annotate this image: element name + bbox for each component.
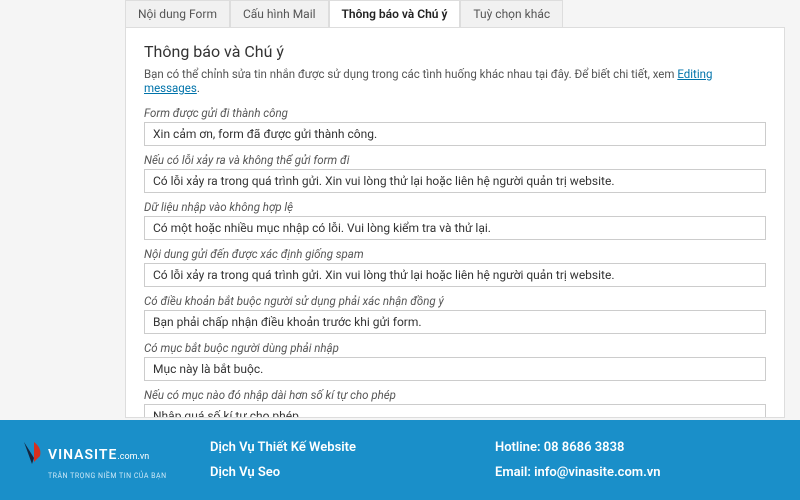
service-seo-link[interactable]: Dịch Vụ Seo	[210, 465, 495, 480]
panel-desc-text: Bạn có thể chỉnh sửa tin nhắn được sử dụ…	[144, 67, 677, 81]
footer-contact-column: Hotline: 08 8686 3838 Email: info@vinasi…	[495, 440, 780, 480]
field-label: Dữ liệu nhập vào không hợp lệ	[144, 197, 766, 216]
field-label: Nội dung gửi đến được xác định giống spa…	[144, 244, 766, 263]
messages-panel: Thông báo và Chú ý Bạn có thể chỉnh sửa …	[125, 28, 785, 418]
tab-mail-config[interactable]: Cấu hình Mail	[230, 0, 329, 27]
brand-tagline: TRÂN TRỌNG NIỀM TIN CỦA BẠN	[48, 472, 167, 480]
input-too-long-message[interactable]	[144, 404, 766, 418]
field-label: Nếu có lỗi xảy ra và không thể gửi form …	[144, 150, 766, 169]
input-spam-message[interactable]	[144, 263, 766, 287]
field-label: Nếu có mục nào đó nhập dài hơn số kí tự …	[144, 385, 766, 404]
panel-description: Bạn có thể chỉnh sửa tin nhắn được sử dụ…	[144, 67, 766, 95]
field-required: Có mục bắt buộc người dùng phải nhập	[144, 338, 766, 381]
input-success-message[interactable]	[144, 122, 766, 146]
panel-title: Thông báo và Chú ý	[144, 42, 766, 61]
hotline-number: 08 8686 3838	[544, 440, 625, 455]
footer-banner: VINASITE.com.vn TRÂN TRỌNG NIỀM TIN CỦA …	[0, 420, 800, 500]
hotline-label: Hotline:	[495, 440, 544, 455]
field-spam: Nội dung gửi đến được xác định giống spa…	[144, 244, 766, 287]
field-terms: Có điều khoản bắt buộc người sử dụng phả…	[144, 291, 766, 334]
field-send-error: Nếu có lỗi xảy ra và không thể gửi form …	[144, 150, 766, 193]
vinasite-logo-icon	[20, 440, 44, 470]
tab-other-options[interactable]: Tuỳ chọn khác	[460, 0, 563, 27]
field-label: Có điều khoản bắt buộc người sử dụng phả…	[144, 291, 766, 310]
tab-form-content[interactable]: Nội dung Form	[125, 0, 230, 27]
hotline[interactable]: Hotline: 08 8686 3838	[495, 440, 780, 455]
tab-bar: Nội dung Form Cấu hình Mail Thông báo và…	[125, 0, 785, 28]
service-web-design-link[interactable]: Dịch Vụ Thiết Kế Website	[210, 440, 495, 455]
footer-logo-block: VINASITE.com.vn TRÂN TRỌNG NIỀM TIN CỦA …	[20, 440, 210, 480]
field-label: Có mục bắt buộc người dùng phải nhập	[144, 338, 766, 357]
brand-domain: .com.vn	[117, 452, 149, 462]
input-required-message[interactable]	[144, 357, 766, 381]
field-too-long: Nếu có mục nào đó nhập dài hơn số kí tự …	[144, 385, 766, 418]
email-label: Email:	[495, 465, 534, 480]
input-validation-error-message[interactable]	[144, 216, 766, 240]
contact-email[interactable]: Email: info@vinasite.com.vn	[495, 465, 780, 480]
field-validation-error: Dữ liệu nhập vào không hợp lệ	[144, 197, 766, 240]
panel-desc-suffix: .	[197, 81, 200, 95]
brand-name: VINASITE	[48, 447, 117, 463]
email-address: info@vinasite.com.vn	[534, 465, 660, 480]
input-send-error-message[interactable]	[144, 169, 766, 193]
field-success: Form được gửi đi thành công	[144, 103, 766, 146]
input-terms-message[interactable]	[144, 310, 766, 334]
tab-messages[interactable]: Thông báo và Chú ý	[329, 0, 461, 27]
footer-services-column: Dịch Vụ Thiết Kế Website Dịch Vụ Seo	[210, 440, 495, 480]
field-label: Form được gửi đi thành công	[144, 103, 766, 122]
